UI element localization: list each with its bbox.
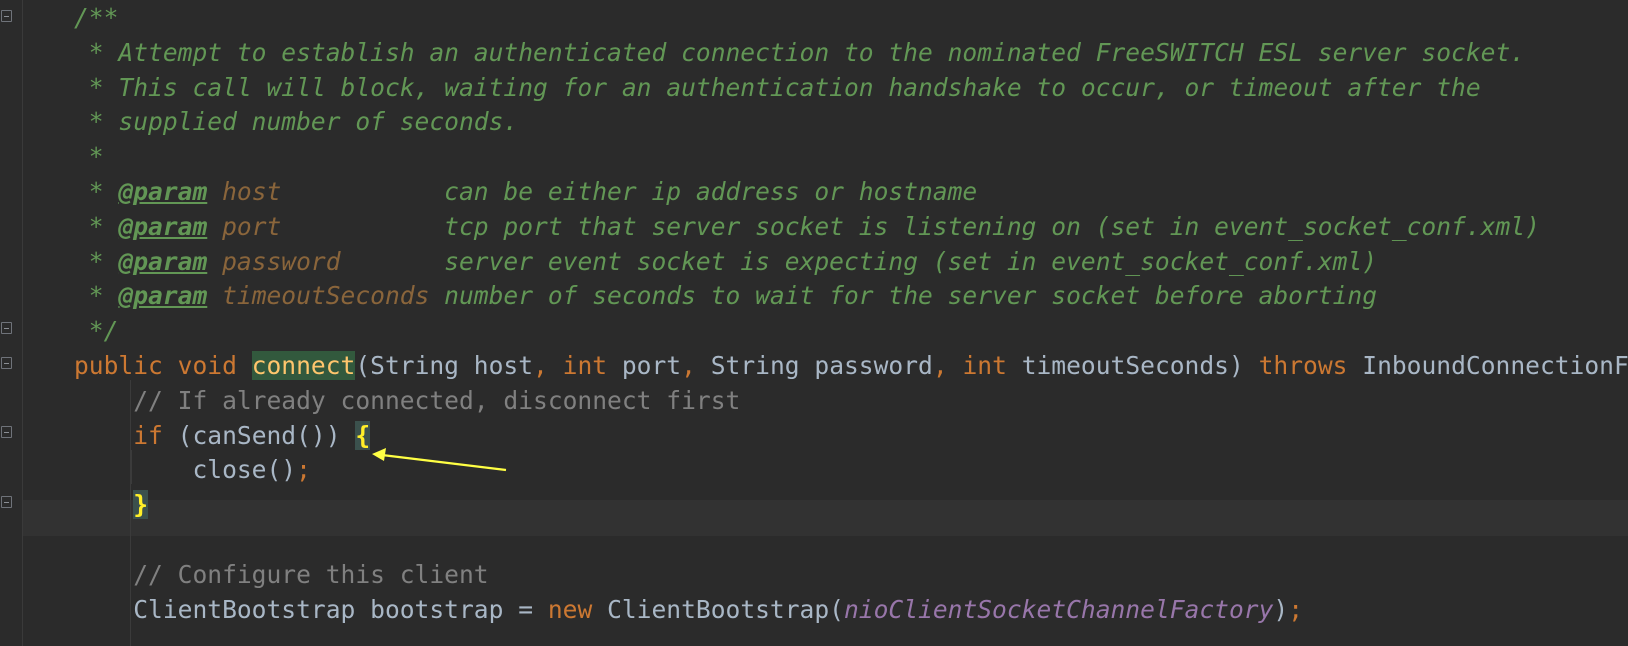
code-line[interactable]: * Attempt to establish an authenticated … [74,35,1525,71]
code-token: host [222,177,282,206]
code-token: tcp port that server socket is listening… [281,211,1540,241]
editor-gutter [0,0,23,646]
code-token: server event socket is expecting (set in… [340,246,1378,276]
code-line[interactable]: close(); [74,452,311,488]
code-token: * Attempt to establish an authenticated … [74,37,1526,67]
code-token: port [621,351,682,380]
code-token: , int [932,351,1022,380]
code-token: public void [74,351,252,380]
code-line[interactable]: } [74,487,149,523]
code-token: connect [251,351,356,380]
code-token: if [133,420,178,450]
code-token: close() [74,455,297,485]
code-token: ; [1288,594,1304,624]
code-token: { [355,420,371,450]
code-line[interactable]: // Configure this client [74,557,489,593]
code-token: ClientBootstrap bootstrap = [74,594,548,624]
code-token: , [681,351,711,380]
code-token: timeoutSeconds [222,281,430,311]
code-token: @param [118,177,208,206]
code-token: new [547,594,608,624]
code-token: throws [1258,351,1363,380]
code-token: (String host [355,351,534,380]
code-line[interactable]: * [74,139,104,175]
code-token: can be either ip address or hostname [281,177,978,206]
fold-icon[interactable] [1,357,12,369]
code-token: * [74,177,119,206]
code-token: String password [710,351,933,380]
code-token: nioClientSocketChannelFactory [843,594,1274,624]
code-line[interactable]: * @param timeoutSeconds number of second… [74,278,1377,314]
code-token: @param [118,246,208,276]
code-token: * [74,281,119,311]
code-token: ) [1273,594,1289,624]
code-token: } [133,490,149,520]
fold-icon[interactable] [1,322,12,334]
code-token: */ [74,316,119,346]
code-line[interactable]: if (canSend()) { [74,418,371,454]
code-line[interactable]: public void connect(String host, int por… [74,348,1628,384]
code-token: // Configure this client [74,559,489,589]
fold-icon[interactable] [1,10,12,22]
code-line[interactable]: // If already connected, disconnect firs… [74,383,740,419]
code-line[interactable]: * @param host can be either ip address o… [74,174,977,210]
code-token: password [222,246,341,276]
code-token: // If already connected, disconnect firs… [74,385,741,415]
code-line[interactable]: */ [74,313,119,349]
code-token: @param [118,281,208,311]
code-token: (canSend()) [177,420,356,450]
code-line[interactable]: * @param password server event socket is… [74,244,1377,280]
code-line[interactable]: * supplied number of seconds. [74,104,518,140]
code-token: ; [296,455,311,485]
code-token: InboundConnectionFailure [1362,351,1628,380]
code-token: ClientBootstrap( [607,594,844,624]
code-token: number of seconds to wait for the server… [429,281,1378,311]
code-editor[interactable]: /** * Attempt to establish an authentica… [0,0,1628,646]
code-line[interactable]: /** [74,0,118,36]
code-token: * This call will block, waiting for an a… [74,72,1481,102]
annotation-arrow-line [381,453,507,472]
code-line[interactable]: ClientBootstrap bootstrap = new ClientBo… [74,592,1303,628]
code-token: * supplied number of seconds. [74,107,519,137]
fold-icon[interactable] [1,496,12,508]
code-token: timeoutSeconds) [1021,351,1259,380]
code-token: port [222,211,282,241]
code-token: * [74,211,119,241]
annotation-arrow-head [372,448,386,461]
code-token: , int [533,351,622,380]
fold-icon[interactable] [1,426,12,438]
current-line-highlight [23,500,1628,536]
code-line[interactable]: * This call will block, waiting for an a… [74,70,1481,106]
code-line[interactable]: * @param port tcp port that server socke… [74,209,1540,245]
code-token: /** [74,3,119,32]
code-token: * [74,142,104,172]
code-token: @param [118,211,208,241]
code-token: * [74,246,119,276]
